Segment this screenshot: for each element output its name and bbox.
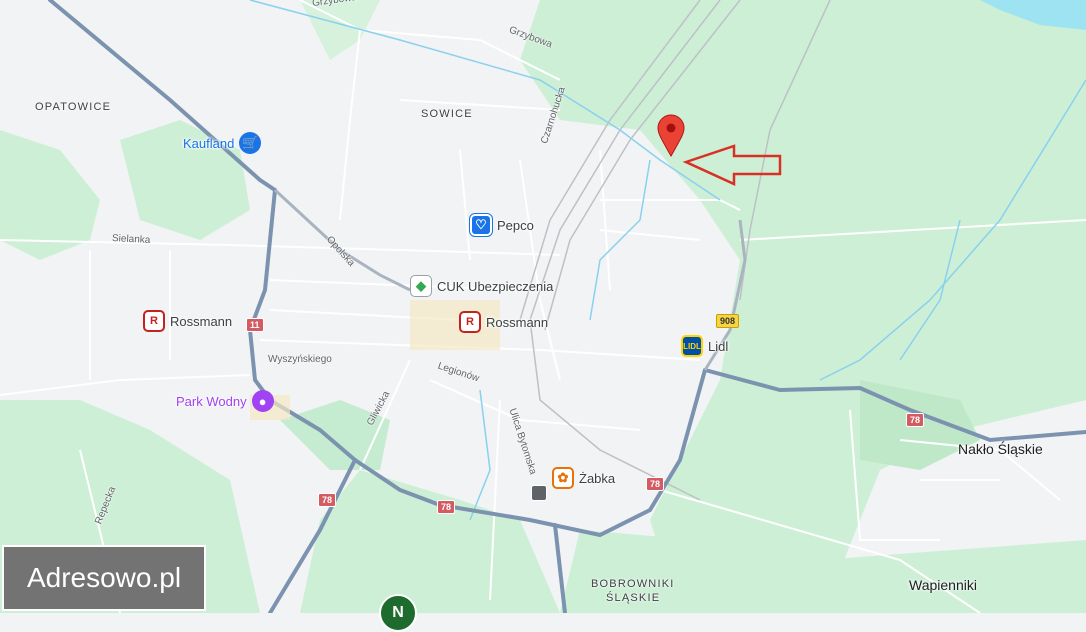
- rossmann-icon: R: [459, 311, 481, 333]
- watermark-text: Adresowo.pl: [26, 562, 182, 593]
- poi-label: Park Wodny: [176, 393, 247, 409]
- poi-park-wodny[interactable]: Park Wodny ●: [176, 390, 274, 412]
- transit-stop-icon[interactable]: [531, 485, 547, 501]
- diamond-icon: ◆: [410, 275, 432, 297]
- road-shield-78: 78: [646, 477, 665, 491]
- poi-label: Rossmann: [170, 313, 233, 329]
- poi-lidl[interactable]: LIDL Lidl: [681, 335, 728, 357]
- poi-zabka[interactable]: ✿ Żabka: [552, 467, 615, 489]
- badge-letter: N: [392, 604, 404, 621]
- street-label-sielanka: Sielanka: [111, 233, 151, 246]
- area-label-bobrowniki: BOBROWNIKI: [591, 578, 675, 590]
- poi-label: CUK Ubezpieczenia: [437, 278, 554, 294]
- road-shield-78: 78: [318, 493, 337, 507]
- area-label-bobrowniki-2: ŚLĄSKIE: [606, 592, 661, 604]
- poi-label: Rossmann: [486, 314, 549, 330]
- map-canvas[interactable]: [0, 0, 1086, 613]
- road-shield-11: 11: [246, 318, 264, 332]
- poi-rossmann-center[interactable]: R Rossmann: [459, 311, 548, 333]
- poi-pepco[interactable]: ♡ Pepco: [469, 213, 534, 237]
- area-label-sowice: SOWICE: [421, 108, 473, 120]
- lidl-logo-icon: LIDL: [681, 335, 703, 357]
- rossmann-icon: R: [143, 310, 165, 332]
- town-label-wapienniki: Wapienniki: [909, 577, 977, 593]
- poi-cuk-ubezpieczenia[interactable]: ◆ CUK Ubezpieczenia: [410, 275, 553, 297]
- road-shield-78: 78: [906, 413, 925, 427]
- road-shield-908: 908: [716, 314, 740, 328]
- shopping-cart-icon: 🛒: [239, 132, 262, 154]
- heart-shield-icon: ♡: [469, 213, 493, 237]
- poi-label: Żabka: [579, 470, 616, 486]
- road-shield-78: 78: [437, 500, 456, 514]
- area-label-opatowice: OPATOWICE: [35, 101, 112, 113]
- poi-label: Pepco: [497, 217, 534, 233]
- poi-rossmann-west[interactable]: R Rossmann: [143, 310, 232, 332]
- town-label-naklo: Nakło Śląskie: [958, 441, 1043, 457]
- poi-kaufland[interactable]: Kaufland 🛒: [183, 132, 262, 154]
- street-label-wyszynskiego: Wyszyńskiego: [268, 354, 332, 365]
- nature-reserve-badge[interactable]: N: [379, 594, 417, 632]
- watermark: Adresowo.pl: [2, 545, 206, 611]
- zabka-icon: ✿: [552, 467, 574, 489]
- park-icon: ●: [251, 390, 274, 412]
- poi-label: Lidl: [708, 338, 729, 354]
- poi-label: Kaufland: [183, 135, 235, 151]
